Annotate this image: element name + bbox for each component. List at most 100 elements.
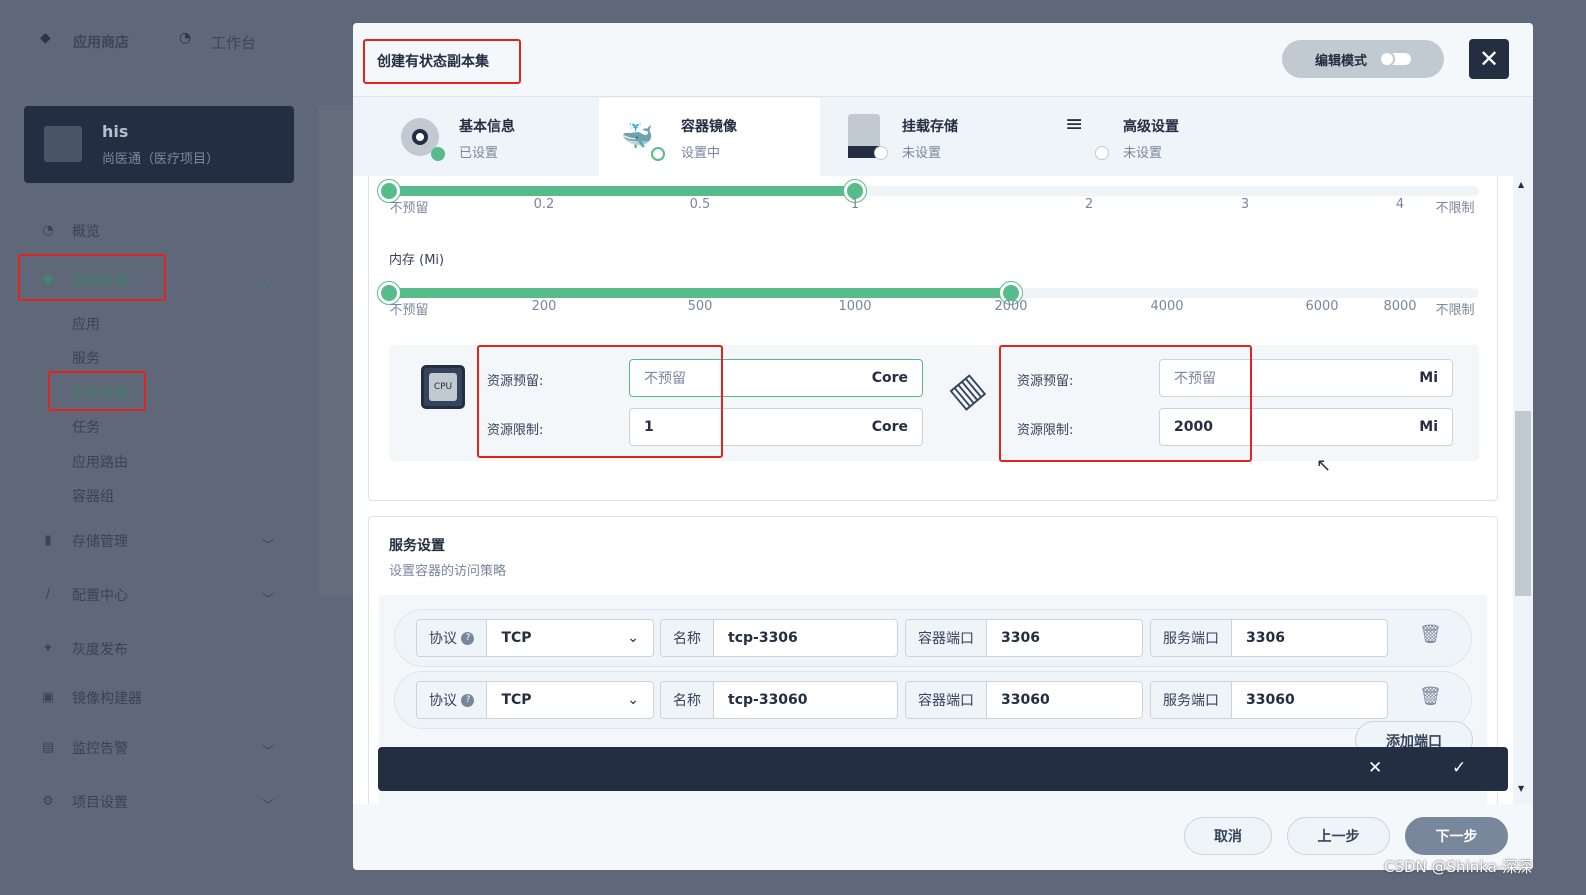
close-button[interactable]: ✕: [1469, 39, 1509, 79]
cancel-button[interactable]: 取消: [1184, 817, 1272, 855]
scroll-up-icon[interactable]: ▲: [1518, 180, 1524, 189]
sidebar-item-monitoring[interactable]: ▤ 监控告警: [40, 738, 128, 758]
trash-icon[interactable]: 🗑: [1419, 624, 1442, 645]
sidebar-subitem-pods[interactable]: 容器组: [72, 486, 114, 506]
tab-container-image[interactable]: 🐳 容器镜像 设置中: [599, 98, 820, 176]
protocol-select[interactable]: 协议 ? TCP ⌄: [416, 681, 654, 719]
watermark: CSDN @Shinka-深深: [1384, 858, 1533, 876]
sidebar-item-overview[interactable]: ◔ 概览: [40, 221, 100, 241]
project-desc: 尚医通（医疗项目）: [102, 152, 220, 167]
dashboard-icon: ◔: [42, 223, 54, 238]
step-status: 已设置: [459, 146, 499, 161]
resource-card: 不预留 0.2 0.5 1 2 3 4 不限制 内存 (Mi) 不预留 200 500 1000 20…: [368, 176, 1498, 501]
tab-mount-storage[interactable]: 挂载存储 未设置: [820, 98, 1041, 176]
container-port-input[interactable]: 容器端口 3306: [905, 619, 1143, 657]
service-port-input[interactable]: 服务端口 33060: [1150, 681, 1388, 719]
bird-icon: ✦: [42, 641, 54, 656]
edit-mode-toggle[interactable]: 编辑模式: [1282, 40, 1444, 78]
trash-icon[interactable]: 🗑: [1419, 686, 1442, 707]
step-tabs: 基本信息 已设置 🐳 容器镜像 设置中 挂载存储 未设置 ≡ 高级设置 未设置: [353, 98, 1533, 176]
highlight-box: [477, 345, 723, 458]
slider-tick-label: 1000: [838, 299, 872, 314]
database-icon: ▮: [44, 533, 52, 548]
sidebar-item-grayscale[interactable]: ✦ 灰度发布: [40, 639, 128, 659]
slider-tick-label: 200: [531, 299, 557, 314]
slider-tick-label: 4000: [1150, 299, 1184, 314]
cpu-icon-text: CPU: [429, 373, 457, 401]
scrollbar[interactable]: ▲ ▼: [1513, 176, 1533, 804]
slider-tick-label: 2: [1084, 197, 1094, 212]
protocol-value: TCP: [501, 692, 532, 708]
sidebar-subitem-services[interactable]: 服务: [72, 348, 100, 368]
name-value: tcp-33060: [728, 692, 808, 708]
help-icon: ?: [461, 693, 475, 707]
protocol-label: 协议 ?: [417, 682, 488, 718]
app-store-icon: ◆: [40, 30, 51, 46]
chevron-up-icon[interactable]: ︿: [262, 274, 274, 291]
chevron-down-icon[interactable]: ﹀: [262, 536, 274, 553]
protocol-select[interactable]: 协议 ? TCP ⌄: [416, 619, 654, 657]
slider-fill: [389, 186, 855, 196]
mouse-cursor-icon: ↖: [1316, 455, 1332, 476]
unit: Mi: [1419, 419, 1438, 435]
port-name-input[interactable]: 名称 tcp-33060: [660, 681, 898, 719]
label: 配置中心: [72, 588, 128, 604]
app-store-link[interactable]: 应用商店: [73, 32, 129, 52]
chevron-down-icon[interactable]: ﹀: [262, 796, 274, 813]
scroll-down-icon[interactable]: ▼: [1518, 784, 1524, 793]
sliders-icon: ≡: [1065, 112, 1084, 137]
next-button[interactable]: 下一步: [1405, 817, 1508, 855]
chevron-down-icon: ⌄: [627, 630, 639, 646]
chevron-down-icon: ⌄: [627, 692, 639, 708]
sidebar-subitem-apps[interactable]: 应用: [72, 314, 100, 334]
slider-tick-label: 不预留: [389, 201, 429, 216]
status-done-icon: [431, 147, 445, 161]
docker-icon: 🐳: [621, 122, 654, 152]
status-pending-icon: [874, 146, 888, 160]
chevron-down-icon[interactable]: ﹀: [262, 590, 274, 607]
tab-basic-info[interactable]: 基本信息 已设置: [353, 98, 574, 176]
chevron-down-icon[interactable]: ﹀: [262, 742, 274, 759]
tab-advanced-settings[interactable]: ≡ 高级设置 未设置: [1041, 98, 1262, 176]
unit: Core: [871, 370, 908, 386]
service-port-label: 服务端口: [1151, 620, 1232, 656]
container-port-label: 容器端口: [906, 620, 987, 656]
service-port-input[interactable]: 服务端口 3306: [1150, 619, 1388, 657]
highlight-box: [363, 39, 521, 84]
highlight-box: [48, 371, 146, 411]
container-port-input[interactable]: 容器端口 33060: [905, 681, 1143, 719]
cancel-icon-button[interactable]: ✕: [1368, 758, 1382, 778]
sidebar-item-image-builder[interactable]: ▣ 镜像构建器: [40, 688, 142, 708]
sidebar-subitem-routes[interactable]: 应用路由: [72, 452, 128, 472]
wrench-icon: /: [45, 587, 51, 602]
step-title: 基本信息: [459, 119, 515, 135]
sidebar-subitem-jobs[interactable]: 任务: [72, 417, 100, 437]
port-name-input[interactable]: 名称 tcp-3306: [660, 619, 898, 657]
slider-tick-label: 不预留: [389, 303, 429, 318]
sidebar-item-storage[interactable]: ▮ 存储管理: [40, 531, 128, 551]
background-panel: [318, 105, 358, 595]
slider-tick-label: 1: [850, 197, 860, 212]
workbench-link[interactable]: 工作台: [211, 32, 256, 53]
service-port-label: 服务端口: [1151, 682, 1232, 718]
project-card[interactable]: his 尚医通（医疗项目）: [24, 106, 294, 183]
slider-fill: [389, 288, 1011, 298]
highlight-box: [999, 345, 1252, 462]
slider-tick-label: 0.2: [533, 197, 555, 212]
container-port-value: 33060: [1001, 692, 1050, 708]
scrollbar-thumb[interactable]: [1515, 411, 1531, 596]
label: 监控告警: [72, 741, 128, 757]
container-port-label: 容器端口: [906, 682, 987, 718]
cpu-icon: CPU: [421, 365, 465, 409]
highlight-box: [18, 254, 166, 301]
sidebar-item-config[interactable]: / 配置中心: [40, 585, 128, 605]
sidebar-item-project-settings[interactable]: ⚙ 项目设置: [40, 792, 128, 812]
port-row: 协议 ? TCP ⌄ 名称 tcp-33060 容器端口 33060 服务端口 33060…: [394, 671, 1472, 729]
service-port-value: 33060: [1246, 692, 1295, 708]
previous-button[interactable]: 上一步: [1287, 817, 1390, 855]
confirm-icon-button[interactable]: ✓: [1452, 758, 1466, 778]
toggle-switch[interactable]: [1379, 51, 1412, 67]
create-statefulset-modal: 创建有状态副本集 编辑模式 ✕ 基本信息 已设置 🐳 容器镜像 设置中 挂载存储…: [353, 23, 1533, 870]
service-port-value: 3306: [1246, 630, 1285, 646]
label: 镜像构建器: [72, 691, 142, 707]
